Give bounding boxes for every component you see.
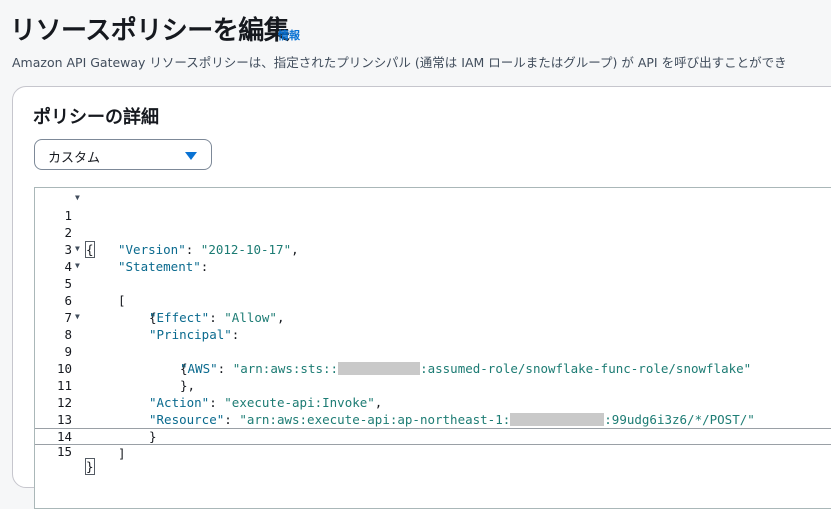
- policy-template-value: カスタム: [48, 151, 101, 166]
- code-line: 6 "Effect": "Allow",: [35, 275, 831, 325]
- fold-toggle-icon[interactable]: ▼: [75, 240, 80, 257]
- line-number: 15: [56, 444, 72, 459]
- code-line: 4 ▼ [: [35, 240, 831, 308]
- close-bracket: ]: [118, 446, 126, 461]
- policy-template-select[interactable]: カスタム: [34, 139, 212, 170]
- code-line: 13 }: [35, 394, 831, 444]
- code-line: 5 ▼ {: [35, 257, 831, 325]
- close-brace: }: [85, 458, 95, 475]
- fold-toggle-icon[interactable]: ▼: [75, 308, 80, 325]
- page-title: リソースポリシーを編集: [10, 16, 290, 46]
- code-line: 14 ]: [35, 411, 831, 461]
- code-line: 2 "Version": "2012-10-17",: [35, 207, 831, 257]
- code-line: 7 "Principal":: [35, 292, 831, 342]
- policy-details-title: ポリシーの詳細: [33, 107, 159, 128]
- code-line: 1 ▼ {: [35, 189, 831, 258]
- fold-toggle-icon[interactable]: ▼: [75, 257, 80, 274]
- info-link[interactable]: 情報: [278, 27, 300, 43]
- caret-down-icon: [185, 152, 197, 160]
- code-line: 11 "Action": "execute-api:Invoke",: [35, 360, 831, 410]
- code-line-active: 15 }: [35, 428, 831, 475]
- code-line: 10 },: [35, 343, 831, 393]
- policy-details-card: ポリシーの詳細 カスタム 1 ▼ { 2 "Version": "2012-10…: [12, 86, 831, 509]
- code-line: 9 "AWS": "arn:aws:sts:::assumed-role/sno…: [35, 326, 831, 376]
- page-description: Amazon API Gateway リソースポリシーは、指定されたプリンシパル…: [12, 55, 787, 70]
- fold-toggle-icon[interactable]: ▼: [75, 189, 80, 206]
- code-line: 8 ▼ {: [35, 308, 831, 376]
- policy-code-editor[interactable]: 1 ▼ { 2 "Version": "2012-10-17", 3 "Stat…: [34, 187, 831, 509]
- code-line: 12 "Resource": "arn:aws:execute-api:ap-n…: [35, 377, 831, 427]
- code-line: 3 "Statement":: [35, 224, 831, 274]
